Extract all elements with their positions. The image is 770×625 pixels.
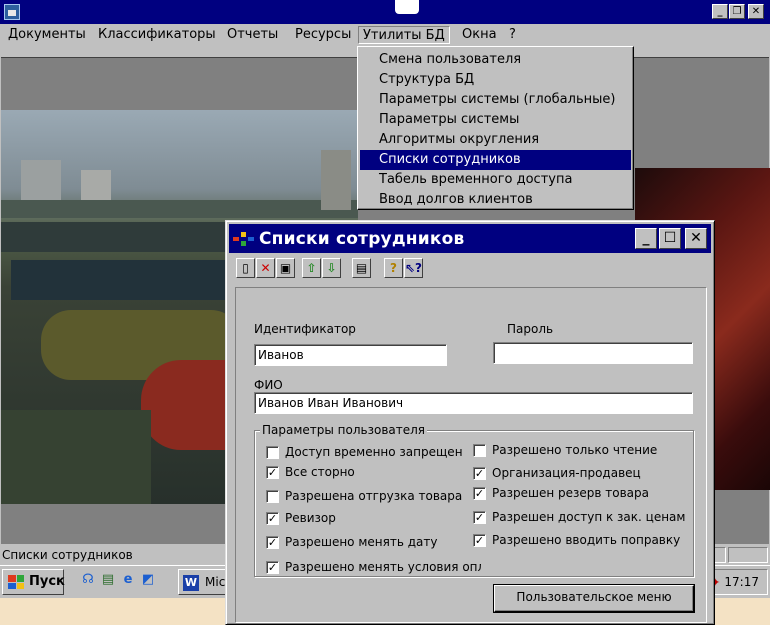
status-cell [728,547,768,563]
menu-item-access-timesheet[interactable]: Табель временного доступа [358,170,633,190]
checkbox-label: Доступ временно запрещен [285,445,463,459]
checkbox-box[interactable]: ✓ [473,487,486,500]
checkbox-label: Разрешено вводить поправку [492,533,681,547]
minimize-icon[interactable]: _ [712,4,728,19]
browser-icon[interactable]: e [120,572,136,588]
dialog-toolbar: ▯ ✕ ▣ ⇧ ⇩ ▤ ? ⇖? [232,255,710,283]
checkbox-box[interactable]: ✓ [266,512,279,525]
db-utilities-dropdown: Смена пользователя Структура БД Параметр… [357,46,634,210]
desktop-icon[interactable]: ▤ [100,572,116,588]
restore-icon[interactable]: ❐ [729,4,745,19]
clock[interactable]: 17:17 [724,570,759,594]
menu-item-change-user[interactable]: Смена пользователя [358,50,633,70]
password-field[interactable] [493,342,693,364]
menu-item-db-structure[interactable]: Структура БД [358,70,633,90]
menu-item-client-debts[interactable]: Ввод долгов клиентов [358,190,633,210]
title-fragment [395,0,419,14]
checkbox-label: Разрешена отгрузка товара [285,489,463,503]
checkbox-label: Организация-продавец [492,466,641,480]
network-icon[interactable]: ☊ [80,572,96,588]
menu-classifiers[interactable]: Классификаторы [94,26,220,44]
menu-item-employee-lists[interactable]: Списки сотрудников [360,150,631,170]
maximize-icon[interactable]: ☐ [659,228,681,249]
checkbox-box[interactable] [266,446,279,459]
arrow-down-icon[interactable]: ⇩ [322,258,341,278]
save-icon[interactable]: ▣ [276,258,295,278]
checkbox-label: Разрешен доступ к зак. ценам [492,510,686,524]
word-icon: W [183,575,199,591]
menu-reports[interactable]: Отчеты [223,26,282,44]
checkbox-box[interactable] [266,490,279,503]
help-icon[interactable]: ? [384,258,403,278]
new-document-icon[interactable]: ▯ [236,258,255,278]
main-title-bar[interactable]: _ ❐ ✕ [0,0,770,24]
taskbar-window-label: Mic [205,575,226,589]
delete-icon[interactable]: ✕ [256,258,275,278]
dialog-title-bar[interactable]: Списки сотрудников _ ☐ ✕ [229,224,711,253]
user-menu-button[interactable]: Пользовательское меню [494,585,694,612]
checkbox-box[interactable]: ✓ [266,536,279,549]
checkbox-label: Разрешено менять условия оплать [285,561,481,574]
menu-item-global-params[interactable]: Параметры системы (глобальные) [358,90,633,110]
menu-documents[interactable]: Документы [4,26,90,44]
checkbox-box[interactable]: ✓ [473,467,486,480]
channels-icon[interactable]: ◩ [140,572,156,588]
dialog-app-icon [233,232,254,246]
system-tray: ✦ 17:17 [706,569,768,595]
checkbox-box[interactable]: ✓ [266,561,279,574]
dialog-form-panel: Идентификатор Иванов Пароль ФИО Иванов И… [235,287,707,623]
dialog-title: Списки сотрудников [259,229,465,249]
menu-resources[interactable]: Ресурсы [291,26,355,44]
checkbox-label: Разрешено менять дату [285,535,438,549]
menu-db-utilities[interactable]: Утилиты БД [358,26,450,44]
menu-bar: Документы Классификаторы Отчеты Ресурсы … [0,24,770,46]
checkbox-box[interactable]: ✓ [266,466,279,479]
employee-list-dialog: Списки сотрудников _ ☐ ✕ ▯ ✕ ▣ ⇧ ⇩ ▤ ? ⇖… [225,220,715,625]
checkbox-box[interactable]: ✓ [473,534,486,547]
close-icon[interactable]: ✕ [685,228,707,249]
fio-field[interactable]: Иванов Иван Иванович [254,392,693,414]
start-label: Пуск [29,574,65,589]
arrow-up-icon[interactable]: ⇧ [302,258,321,278]
fio-label: ФИО [254,378,283,392]
start-button[interactable]: Пуск [2,569,65,595]
checkbox-label: Все сторно [285,465,355,479]
id-label: Идентификатор [254,322,356,336]
status-text: Списки сотрудников [2,548,133,562]
checkbox-box[interactable]: ✓ [473,511,486,524]
checkbox-label: Разрешено только чтение [492,443,658,457]
menu-item-system-params[interactable]: Параметры системы [358,110,633,130]
menu-help[interactable]: ? [505,26,520,44]
checkbox-label: Ревизор [285,511,336,525]
password-label: Пароль [507,322,554,336]
id-field[interactable]: Иванов [254,344,447,366]
checkbox-box[interactable] [473,444,486,457]
minimize-icon[interactable]: _ [635,228,657,249]
checkbox-change-payment-terms[interactable]: ✓ Разрешено менять условия оплать [266,561,481,575]
checkbox-label: Разрешен резерв товара [492,486,649,500]
menu-item-rounding[interactable]: Алгоритмы округления [358,130,633,150]
windows-logo-icon [8,575,24,589]
page-icon[interactable]: ▤ [352,258,371,278]
app-icon[interactable] [4,4,20,20]
context-help-icon[interactable]: ⇖? [404,258,423,278]
user-params-group-label: Параметры пользователя [260,423,428,437]
close-icon[interactable]: ✕ [748,4,764,19]
menu-windows[interactable]: Окна [458,26,501,44]
